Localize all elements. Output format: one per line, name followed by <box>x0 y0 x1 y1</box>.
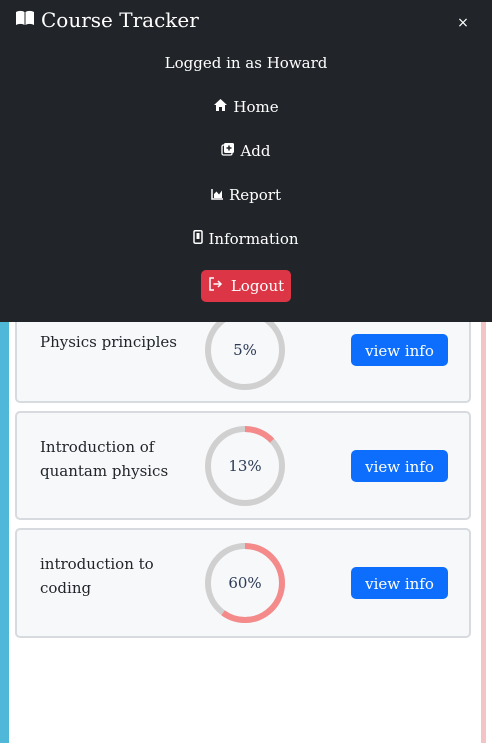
logout-label: Logout <box>230 277 285 295</box>
nav-link-report[interactable]: Report <box>0 184 492 206</box>
logged-in-text: Logged in as Howard <box>0 52 492 74</box>
add-square-icon <box>221 142 235 160</box>
view-info-button[interactable]: view info <box>351 567 448 599</box>
course-title: Introduction of quantam physics <box>40 438 169 480</box>
logout-button[interactable]: Logout <box>201 270 291 302</box>
nav-link-label: Home <box>233 98 279 116</box>
nav-link-label: Add <box>240 142 271 160</box>
close-icon[interactable]: × <box>456 15 470 31</box>
navbar-menu: Course Tracker × Logged in as Howard Hom… <box>0 0 492 322</box>
brand-title: Course Tracker <box>41 8 199 32</box>
progress-percent: 60% <box>228 574 262 592</box>
nav-link-home[interactable]: Home <box>0 96 492 118</box>
nav-link-information[interactable]: Information <box>0 228 492 250</box>
phone-icon <box>193 230 204 248</box>
course-card: Introduction of quantam physics 13% view… <box>15 411 471 520</box>
view-info-button[interactable]: view info <box>351 450 448 482</box>
brand[interactable]: Course Tracker <box>15 6 199 34</box>
progress-percent: 13% <box>228 457 262 475</box>
view-info-button[interactable]: view info <box>351 334 448 366</box>
logged-in-label: Logged in as Howard <box>164 54 328 72</box>
nav-link-label: Information <box>208 230 299 248</box>
nav-link-label: Report <box>228 186 281 204</box>
logout-icon <box>208 277 224 295</box>
book-icon <box>15 9 35 31</box>
course-card: introduction to coding 60% view info <box>15 528 471 638</box>
course-title: introduction to coding <box>40 555 154 597</box>
home-icon <box>213 98 228 116</box>
nav-link-add[interactable]: Add <box>0 140 492 162</box>
chart-icon <box>211 186 224 204</box>
course-title: Physics principles <box>40 333 177 351</box>
progress-ring: 60% <box>203 541 287 625</box>
progress-ring: 13% <box>203 424 287 508</box>
